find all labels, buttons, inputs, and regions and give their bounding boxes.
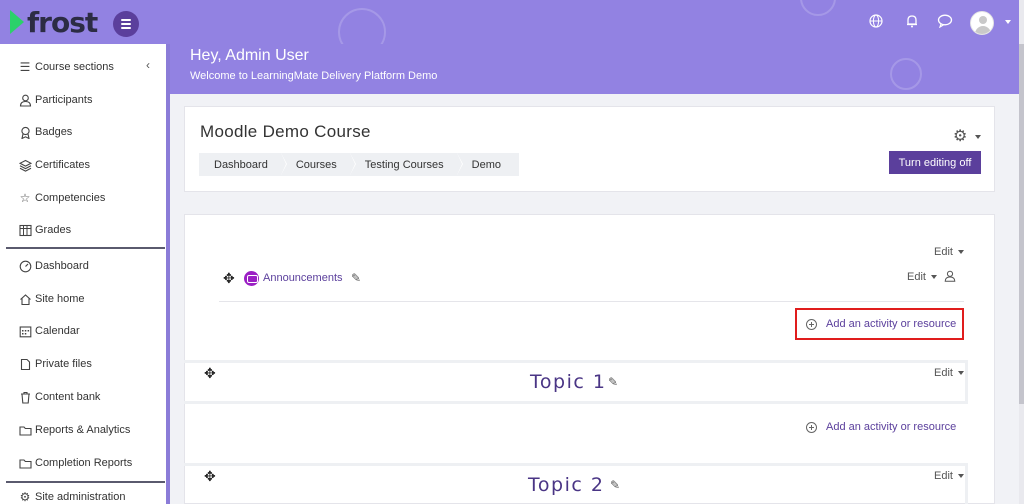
breadcrumb-item-dashboard[interactable]: Dashboard [199, 153, 287, 176]
topic-edit-menu[interactable]: Edit [934, 470, 964, 482]
section-edit-menu[interactable]: Edit [934, 246, 964, 258]
menu-toggle-button[interactable] [113, 11, 139, 37]
sidebar-item-label: Content bank [35, 391, 101, 403]
star-icon: ☆ [19, 191, 31, 205]
sidebar-item-course-sections[interactable]: ☰ Course sections [18, 58, 114, 76]
chat-icon[interactable] [937, 14, 953, 30]
edit-label: Edit [934, 367, 953, 379]
course-header-card [184, 106, 995, 192]
sidebar-item-label: Certificates [35, 159, 91, 171]
logo-text: frost [27, 5, 98, 39]
globe-icon[interactable] [868, 14, 884, 30]
bulb-decoration [890, 58, 922, 90]
user-icon[interactable] [944, 270, 956, 285]
sidebar-item-calendar[interactable]: Calendar [18, 322, 80, 340]
announcements-link[interactable]: Announcements [263, 272, 343, 284]
greeting-heading: Hey, Admin User [190, 47, 309, 64]
sidebar-item-label: Competencies [35, 192, 106, 204]
sidebar-item-label: Site home [35, 293, 85, 305]
breadcrumb-item-courses[interactable]: Courses [280, 153, 356, 176]
folder-icon [18, 423, 32, 437]
sidebar-item-grades[interactable]: Grades [18, 221, 71, 239]
sidebar-item-content-bank[interactable]: Content bank [18, 388, 100, 406]
sidebar-item-site-administration[interactable]: ⚙ Site administration [18, 488, 126, 504]
course-content-card [184, 214, 995, 504]
users-icon [18, 93, 32, 107]
highlight-annotation [795, 308, 964, 340]
turn-editing-off-button[interactable]: Turn editing off [889, 151, 981, 174]
breadcrumb-item-testing-courses[interactable]: Testing Courses [349, 153, 463, 176]
sidebar-item-certificates[interactable]: Certificates [18, 156, 90, 174]
chevron-down-icon [957, 371, 964, 375]
sidebar-divider [6, 481, 165, 483]
pencil-icon[interactable]: ✎ [608, 375, 618, 389]
edit-label: Edit [907, 271, 926, 283]
lamp-decoration [800, 0, 836, 16]
sidebar-item-label: Course sections [35, 61, 114, 73]
gauge-icon [18, 259, 32, 273]
sidebar-item-label: Site administration [35, 491, 126, 503]
sidebar-item-label: Calendar [35, 325, 80, 337]
activity-edit-menu[interactable]: Edit [907, 271, 937, 283]
sidebar-divider [6, 247, 165, 249]
sidebar-item-reports-analytics[interactable]: Reports & Analytics [18, 421, 130, 439]
logo-arrow-icon [10, 10, 24, 34]
badge-icon [18, 125, 32, 139]
sidebar-item-competencies[interactable]: ☆ Competencies [18, 189, 106, 207]
section-title-topic-2: Topic 2 [528, 474, 605, 496]
sidebar-item-site-home[interactable]: Site home [18, 290, 85, 308]
sidebar-item-participants[interactable]: Participants [18, 91, 92, 109]
home-icon [18, 292, 32, 306]
breadcrumb-item-demo[interactable]: Demo [456, 153, 520, 176]
chevron-down-icon [957, 474, 964, 478]
plus-circle-icon [806, 421, 817, 433]
sidebar-item-label: Participants [35, 94, 93, 106]
move-icon[interactable]: ✥ [223, 271, 235, 285]
gear-icon: ⚙ [19, 490, 31, 504]
topic-edit-menu[interactable]: Edit [934, 367, 964, 379]
sidebar-item-label: Private files [35, 358, 92, 370]
chevron-down-icon [957, 250, 964, 254]
bell-icon[interactable] [904, 14, 920, 30]
chevron-down-icon [930, 275, 937, 279]
sidebar-item-label: Completion Reports [35, 457, 133, 469]
sidebar-item-badges[interactable]: Badges [18, 123, 72, 141]
trash-icon [18, 390, 32, 404]
scrollbar-thumb[interactable] [1019, 44, 1024, 404]
add-activity-label: Add an activity or resource [826, 421, 957, 433]
folder-icon [18, 456, 32, 470]
add-activity-button[interactable]: Add an activity or resource [806, 418, 956, 436]
list-icon: ☰ [19, 60, 31, 74]
breadcrumb: Dashboard Courses Testing Courses Demo [199, 153, 520, 176]
pencil-icon[interactable]: ✎ [610, 478, 620, 492]
table-icon [18, 223, 32, 237]
sidebar-item-dashboard[interactable]: Dashboard [18, 257, 89, 275]
chevron-down-icon[interactable] [975, 135, 981, 139]
sidebar-item-label: Dashboard [35, 260, 89, 272]
sidebar-item-label: Reports & Analytics [35, 424, 131, 436]
move-icon[interactable]: ✥ [204, 366, 216, 380]
chevron-left-icon[interactable]: ‹ [146, 58, 150, 72]
sidebar-item-private-files[interactable]: Private files [18, 355, 92, 373]
user-avatar[interactable] [970, 11, 994, 35]
forum-icon[interactable] [244, 271, 259, 286]
welcome-subtitle: Welcome to LearningMate Delivery Platfor… [190, 70, 438, 82]
gear-icon[interactable]: ⚙ [953, 126, 967, 146]
file-icon [18, 357, 32, 371]
calendar-icon [18, 324, 32, 338]
edit-label: Edit [934, 470, 953, 482]
menu-icon [121, 19, 131, 21]
edit-label: Edit [934, 246, 953, 258]
activity-divider [219, 301, 964, 302]
pencil-icon[interactable]: ✎ [351, 271, 361, 285]
chevron-down-icon[interactable] [1005, 20, 1011, 24]
sidebar-item-completion-reports[interactable]: Completion Reports [18, 454, 132, 472]
course-title: Moodle Demo Course [200, 122, 371, 141]
section-title-topic-1: Topic 1 [530, 371, 607, 393]
sidebar-item-label: Grades [35, 224, 72, 236]
frost-logo[interactable]: frost [10, 5, 98, 39]
move-icon[interactable]: ✥ [204, 469, 216, 483]
layers-icon [18, 158, 32, 172]
sidebar-item-label: Badges [35, 126, 73, 138]
